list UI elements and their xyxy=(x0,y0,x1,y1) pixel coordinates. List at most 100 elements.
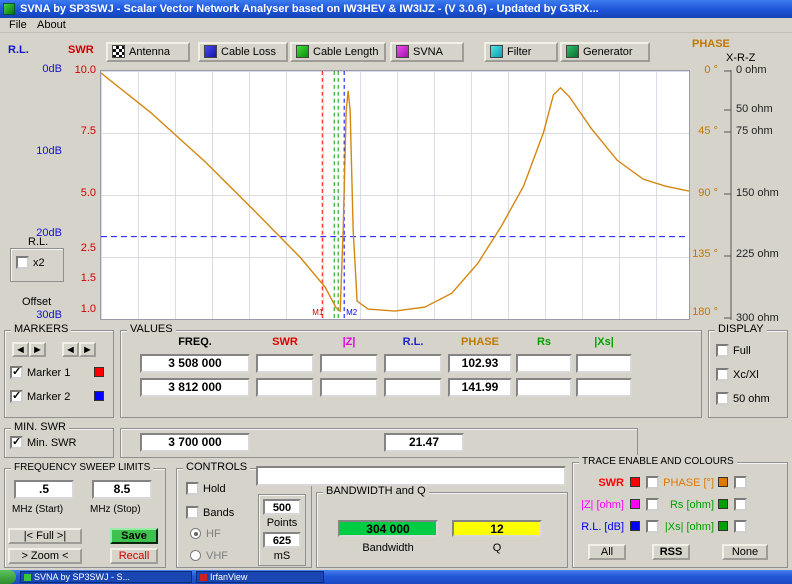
none-traces-button[interactable]: None xyxy=(722,544,768,560)
plot-area[interactable]: M1 M2 xyxy=(100,70,690,320)
hf-radio[interactable] xyxy=(190,528,201,539)
menu-item-file[interactable]: File xyxy=(6,19,30,32)
ohm-tick: 75 ohm xyxy=(736,125,773,137)
hf-label: HF xyxy=(206,528,221,540)
vhf-label: VHF xyxy=(206,550,228,562)
command-input[interactable] xyxy=(256,466,566,486)
marker1-checkbox[interactable] xyxy=(10,366,23,379)
trace-phase-label: PHASE [°] xyxy=(662,477,714,489)
marker2-checkbox[interactable] xyxy=(10,390,23,403)
marker2-flag: M2 xyxy=(346,308,358,317)
menu-item-about[interactable]: About xyxy=(34,19,69,32)
save-button[interactable]: Save xyxy=(110,528,158,544)
trace-rs-checkbox[interactable] xyxy=(734,498,747,511)
trace-rl-checkbox[interactable] xyxy=(646,520,659,533)
marker1-next-button[interactable]: ► xyxy=(29,342,46,357)
taskbar-task-svna[interactable]: SVNA by SP3SWJ - S... xyxy=(20,571,192,583)
start-button[interactable] xyxy=(0,570,16,584)
title-bar[interactable]: SVNA by SP3SWJ - Scalar Vector Network A… xyxy=(0,0,792,18)
z-field-row1[interactable] xyxy=(320,354,378,373)
start-freq-field[interactable]: .5 xyxy=(14,480,74,499)
x2-checkbox[interactable] xyxy=(16,256,29,269)
rs-field-row2[interactable] xyxy=(516,378,572,397)
bandwidth-value-display: 304 000 xyxy=(338,520,438,537)
toolbar-button-svna[interactable]: SVNA xyxy=(390,42,464,62)
hold-label: Hold xyxy=(203,483,226,495)
marker1-color-swatch xyxy=(94,367,104,377)
toolbar-button-filter[interactable]: Filter xyxy=(484,42,558,62)
swr-field-row2[interactable] xyxy=(256,378,314,397)
swr-field-row1[interactable] xyxy=(256,354,314,373)
trace-swr-checkbox[interactable] xyxy=(646,476,659,489)
trace-swr-swatch[interactable] xyxy=(630,477,640,487)
toolbar-button-cable-loss[interactable]: Cable Loss xyxy=(198,42,288,62)
offset-button[interactable]: Offset xyxy=(22,296,51,308)
phase-field-row1[interactable]: 102.93 xyxy=(448,354,512,373)
marker1-prev-button[interactable]: ◄ xyxy=(12,342,29,357)
min-swr-checkbox[interactable] xyxy=(10,436,23,449)
ohm-tick: 50 ohm xyxy=(736,103,773,115)
marker1-flag: M1 xyxy=(312,308,324,317)
phase-tick: 90 ° xyxy=(690,187,718,199)
stop-freq-field[interactable]: 8.5 xyxy=(92,480,152,499)
q-value-display: 12 xyxy=(452,520,542,537)
right-axis-ruler xyxy=(722,70,732,320)
phase-tick: 0 ° xyxy=(690,64,718,76)
display-full-checkbox[interactable] xyxy=(716,344,729,357)
all-traces-button[interactable]: All xyxy=(588,544,626,560)
display-50ohm-checkbox[interactable] xyxy=(716,392,729,405)
recall-button[interactable]: Recall xyxy=(110,548,158,564)
values-header-freq: FREQ. xyxy=(140,336,250,348)
marker1-label: Marker 1 xyxy=(27,367,70,379)
swr-tick: 1.5 xyxy=(64,272,96,284)
taskbar-task-irfanview[interactable]: IrfanView xyxy=(196,571,324,583)
trace-rs-swatch[interactable] xyxy=(718,499,728,509)
marker2-next-button[interactable]: ► xyxy=(79,342,96,357)
trace-phase-swatch[interactable] xyxy=(718,477,728,487)
app-icon xyxy=(3,3,15,15)
values-header-rs: Rs xyxy=(516,336,572,348)
rl-tick: 10dB xyxy=(28,145,62,157)
trace-xs-swatch[interactable] xyxy=(718,521,728,531)
xs-field-row2[interactable] xyxy=(576,378,632,397)
swr-tick: 1.0 xyxy=(64,303,96,315)
freq-field-row2[interactable]: 3 812 000 xyxy=(140,378,250,397)
rss-button[interactable]: RSS xyxy=(652,544,690,560)
bands-checkbox[interactable] xyxy=(186,506,199,519)
trace-rs-label: Rs [ohm] xyxy=(662,499,714,511)
rl-field-row2[interactable] xyxy=(384,378,442,397)
trace-z-checkbox[interactable] xyxy=(646,498,659,511)
trace-rl-swatch[interactable] xyxy=(630,521,640,531)
rs-field-row1[interactable] xyxy=(516,354,572,373)
full-span-button[interactable]: |< Full >| xyxy=(8,528,82,544)
svna-icon xyxy=(396,45,409,58)
swr-trace xyxy=(101,73,689,311)
freq-field-row1[interactable]: 3 508 000 xyxy=(140,354,250,373)
xs-field-row1[interactable] xyxy=(576,354,632,373)
bandwidth-group-title: BANDWIDTH and Q xyxy=(323,485,429,498)
trace-z-swatch[interactable] xyxy=(630,499,640,509)
points-field[interactable]: 500 xyxy=(263,499,301,515)
toolbar-button-antenna[interactable]: Antenna xyxy=(106,42,190,62)
vhf-radio[interactable] xyxy=(190,550,201,561)
stop-freq-label: MHz (Stop) xyxy=(90,504,141,515)
z-field-row2[interactable] xyxy=(320,378,378,397)
generator-icon xyxy=(566,45,579,58)
toolbar-button-generator[interactable]: Generator xyxy=(560,42,650,62)
marker2-prev-button[interactable]: ◄ xyxy=(62,342,79,357)
xrz-axis-header: X-R-Z xyxy=(726,52,755,64)
zoom-button[interactable]: > Zoom < xyxy=(8,548,82,564)
min-swr-freq-field[interactable]: 3 700 000 xyxy=(140,433,250,452)
filter-icon xyxy=(490,45,503,58)
hold-checkbox[interactable] xyxy=(186,482,199,495)
trace-rl-label: R.L. [dB] xyxy=(576,521,624,533)
trace-phase-checkbox[interactable] xyxy=(734,476,747,489)
swr-axis-header: SWR xyxy=(68,44,94,56)
display-xcxl-checkbox[interactable] xyxy=(716,368,729,381)
rl-field-row1[interactable] xyxy=(384,354,442,373)
phase-field-row2[interactable]: 141.99 xyxy=(448,378,512,397)
trace-xs-checkbox[interactable] xyxy=(734,520,747,533)
ms-field[interactable]: 625 xyxy=(263,532,301,548)
toolbar-button-cable-length[interactable]: Cable Length xyxy=(290,42,386,62)
min-swr-rl-field[interactable]: 21.47 xyxy=(384,433,464,452)
